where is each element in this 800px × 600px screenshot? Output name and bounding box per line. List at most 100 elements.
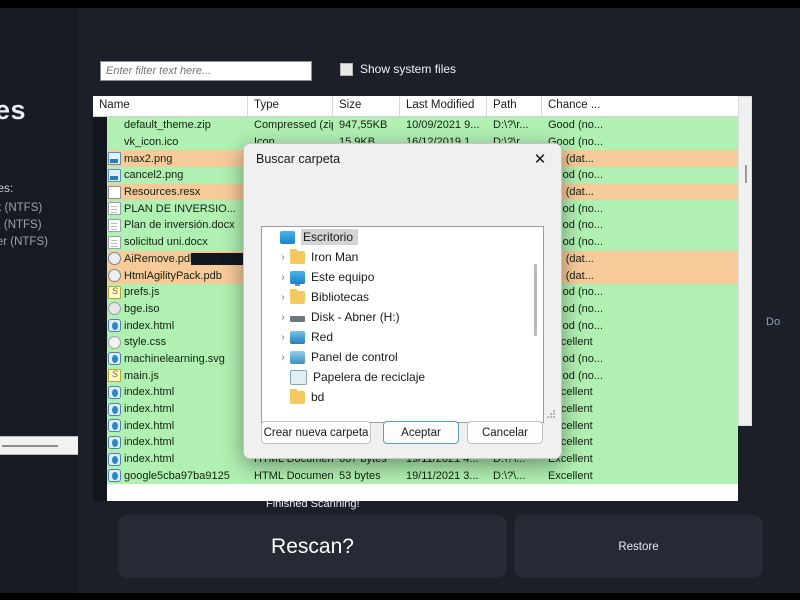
row-checkbox[interactable] (94, 352, 106, 365)
row-checkbox[interactable] (94, 119, 106, 132)
row-checkbox[interactable] (94, 202, 106, 215)
folder-tree-item[interactable]: › Red (262, 327, 543, 347)
row-checkbox[interactable] (94, 286, 106, 299)
chevron-right-icon[interactable]: › (276, 352, 290, 363)
row-checkbox[interactable] (94, 302, 106, 315)
folder-tree-item[interactable]: › Disk - Abner (H:) (262, 307, 543, 327)
column-header-modified[interactable]: Last Modified (400, 96, 487, 116)
cell-name[interactable]: default_theme.zip (93, 119, 248, 132)
row-checkbox[interactable] (94, 219, 106, 232)
chevron-right-icon[interactable]: › (276, 332, 290, 343)
rescan-button[interactable]: Rescan? (118, 515, 507, 578)
row-checkbox[interactable] (94, 419, 106, 432)
folder-tree-scrollbar[interactable] (531, 228, 542, 422)
letterbox-bottom (0, 593, 800, 600)
row-checkbox[interactable] (94, 386, 106, 399)
grid-vertical-scrollbar[interactable] (738, 96, 752, 426)
cell-name[interactable]: index.html (93, 419, 248, 433)
chevron-right-icon[interactable]: › (276, 312, 290, 323)
cell-name[interactable]: index.html (93, 452, 248, 466)
create-new-folder-button[interactable]: Crear nueva carpeta (261, 421, 371, 444)
filter-input[interactable] (100, 61, 312, 81)
row-checkbox[interactable] (94, 236, 106, 249)
folder-tree-item[interactable]: › bd (262, 387, 543, 407)
folder-tree-item-label: Disk - Abner (H:) (311, 310, 400, 324)
column-header-type[interactable]: Type (248, 96, 333, 116)
row-checkbox[interactable] (94, 269, 106, 282)
cell-name[interactable]: cancel2.png (93, 168, 248, 182)
cell-name[interactable]: prefs.js (93, 285, 248, 299)
folder-tree-item[interactable]: › Escritorio (262, 227, 543, 247)
folder-tree-item[interactable]: › Papelera de reciclaje (262, 367, 543, 387)
dialog-resize-grip[interactable] (547, 410, 556, 418)
row-checkbox[interactable] (94, 453, 106, 466)
dialog-titlebar[interactable]: Buscar carpeta ✕ (244, 144, 561, 175)
grid-scrollbar-thumb[interactable] (745, 165, 747, 183)
cell-name[interactable]: index.html (93, 319, 248, 333)
right-truncated-label: Do (766, 316, 781, 328)
column-header-chance[interactable]: Chance ... (542, 96, 638, 116)
cell-name[interactable]: max2.png (93, 152, 248, 166)
close-icon[interactable]: ✕ (519, 144, 561, 175)
chevron-right-icon[interactable]: › (276, 272, 290, 283)
column-header-path[interactable]: Path (487, 96, 542, 116)
folder-tree-scrollbar-thumb[interactable] (534, 264, 537, 336)
cell-name[interactable]: index.html (93, 435, 248, 449)
cell-name[interactable]: style.css (93, 335, 248, 349)
row-checkbox[interactable] (94, 252, 106, 265)
cell-name[interactable]: main.js (93, 369, 248, 383)
cell-name[interactable]: machinelearning.svg (93, 352, 248, 366)
row-checkbox[interactable] (94, 369, 106, 382)
cell-name[interactable]: PLAN DE INVERSIO... (93, 202, 248, 216)
cell-name[interactable]: vk_icon.ico (93, 136, 248, 149)
res-file-icon (108, 185, 121, 199)
row-checkbox[interactable] (94, 469, 106, 482)
cell-name[interactable]: Resources.resx (93, 185, 248, 199)
row-checkbox[interactable] (94, 319, 106, 332)
screenshot-root: Files drives: alDisk (NTFS) _FILE (NTFS)… (0, 0, 800, 600)
cell-name[interactable]: solicitud uni.docx (93, 235, 248, 249)
row-checkbox[interactable] (94, 336, 106, 349)
show-system-files-checkbox[interactable] (340, 62, 353, 76)
table-row[interactable]: default_theme.zip Compressed (zip... 947,5… (93, 117, 738, 134)
cell-name[interactable]: Plan de inversión.docx (93, 218, 248, 232)
app-title: Files (0, 95, 26, 126)
chevron-right-icon[interactable]: › (276, 252, 290, 263)
row-checkbox[interactable] (94, 152, 106, 165)
drive-item[interactable]: _FILE (NTFS) (0, 217, 78, 234)
cell-name[interactable]: bge.iso (93, 302, 248, 316)
folder-tree-item[interactable]: › Panel de control (262, 347, 543, 367)
folder-tree-item[interactable]: › Bibliotecas (262, 287, 543, 307)
show-system-files-toggle[interactable]: Show system files (340, 62, 456, 76)
row-checkbox[interactable] (94, 436, 106, 449)
file-name: index.html (124, 436, 175, 449)
folder-tree-list[interactable]: › Escritorio › Iron Man › Este equipo › Bibliot… (262, 227, 543, 407)
row-checkbox[interactable] (94, 403, 106, 416)
file-name: solicitud uni.docx (124, 236, 208, 249)
folder-tree-item[interactable]: › Este equipo (262, 267, 543, 287)
chevron-right-icon[interactable]: › (276, 292, 290, 303)
browse-folder-dialog[interactable]: Buscar carpeta ✕ › Escritorio › Iron Man › Es… (243, 143, 562, 459)
accept-button[interactable]: Aceptar (383, 421, 459, 444)
row-checkbox[interactable] (94, 169, 106, 182)
drive-item[interactable]: alDisk (NTFS) (0, 200, 78, 217)
cell-name[interactable]: google5cba97ba9125 (93, 469, 248, 483)
cell-name[interactable]: AiRemove.pdb (93, 252, 248, 266)
cell-name[interactable]: index.html (93, 385, 248, 399)
drive-item[interactable]: - Abner (NTFS) (0, 234, 78, 251)
sidebar-path-input[interactable] (0, 436, 78, 455)
folder-tree[interactable]: › Escritorio › Iron Man › Este equipo › Bibliot… (261, 226, 544, 423)
cell-name[interactable]: index.html (93, 402, 248, 416)
row-checkbox[interactable] (94, 136, 106, 149)
column-header-name[interactable]: Name (93, 96, 248, 116)
restore-button[interactable]: Restore (514, 515, 763, 578)
cancel-button[interactable]: Cancelar (467, 421, 543, 444)
column-header-size[interactable]: Size (333, 96, 400, 116)
file-name: AiRemove.pdb (124, 252, 197, 265)
cell-name[interactable]: HtmlAgilityPack.pdb (93, 269, 248, 283)
folder-tree-item-label: Iron Man (311, 250, 359, 264)
table-row[interactable]: google5cba97ba9125 HTML Document 53 bytes 1… (93, 467, 738, 485)
row-checkbox[interactable] (94, 186, 106, 199)
folder-tree-item[interactable]: › Iron Man (262, 247, 543, 267)
chevron-spacer: › (276, 392, 290, 403)
